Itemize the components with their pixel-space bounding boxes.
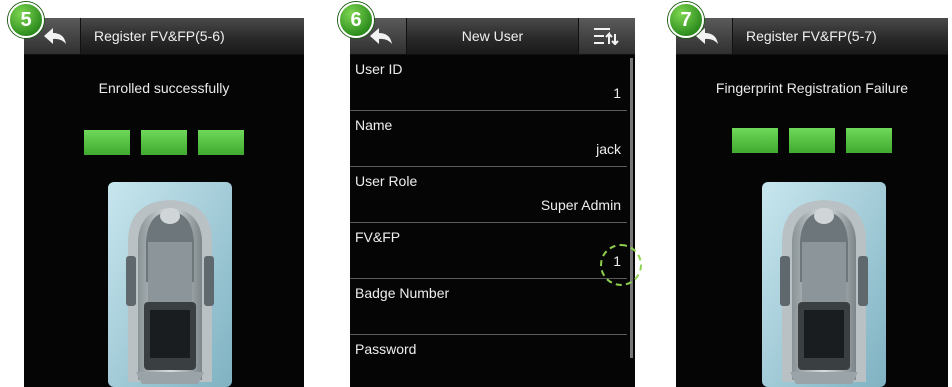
- sort-menu-button[interactable]: [578, 18, 635, 54]
- list-item-fv-fp[interactable]: FV&FP 1: [350, 223, 627, 279]
- enroll-progress-bar: [24, 130, 304, 155]
- progress-segment: [846, 128, 892, 153]
- screen-title: Register FV&FP(5-7): [746, 28, 877, 44]
- progress-segment: [732, 128, 778, 153]
- scrollbar[interactable]: [630, 58, 633, 358]
- progress-segment: [198, 130, 244, 155]
- registration-failure-screen: Register FV&FP(5-7) Fingerprint Registra…: [676, 18, 948, 387]
- highlight-ring: [600, 244, 642, 286]
- step-badge-7: 7: [668, 2, 704, 38]
- back-arrow-icon: [44, 28, 66, 44]
- sort-menu-icon: [594, 28, 619, 45]
- new-user-screen: New User User ID 1 Name jack User Role S…: [350, 18, 635, 387]
- row-value: Super Admin: [540, 197, 621, 213]
- status-message: Fingerprint Registration Failure: [715, 80, 909, 96]
- row-label: Badge Number: [355, 285, 450, 301]
- progress-segment: [789, 128, 835, 153]
- step-badge-5: 5: [8, 2, 44, 38]
- title-bar: Register FV&FP(5-7): [676, 18, 948, 55]
- screen-title: Register FV&FP(5-6): [94, 28, 225, 44]
- row-value: 1: [613, 85, 621, 101]
- list-item-user-id[interactable]: User ID 1: [350, 55, 627, 111]
- row-label: User Role: [355, 173, 418, 189]
- status-message: Enrolled successfully: [98, 80, 230, 96]
- row-label: Name: [355, 117, 393, 133]
- progress-segment: [141, 130, 187, 155]
- row-label: User ID: [355, 61, 403, 77]
- row-label: Password: [355, 341, 417, 357]
- row-value: jack: [596, 141, 621, 157]
- progress-segment: [84, 130, 130, 155]
- list-item-badge-number[interactable]: Badge Number: [350, 279, 627, 335]
- title-bar: New User: [350, 18, 635, 55]
- step-badge-6: 6: [338, 2, 374, 38]
- list-item-name[interactable]: Name jack: [350, 111, 627, 167]
- row-label: FV&FP: [355, 229, 401, 245]
- enroll-success-screen: Register FV&FP(5-6) Enrolled successfull…: [24, 18, 304, 387]
- list-item-user-role[interactable]: User Role Super Admin: [350, 167, 627, 223]
- fingerprint-scanner-icon: [762, 182, 886, 387]
- title-bar: Register FV&FP(5-6): [24, 18, 304, 55]
- fingerprint-scanner-icon: [108, 182, 232, 387]
- enroll-progress-bar: [676, 128, 948, 153]
- list-item-password[interactable]: Password: [350, 335, 627, 387]
